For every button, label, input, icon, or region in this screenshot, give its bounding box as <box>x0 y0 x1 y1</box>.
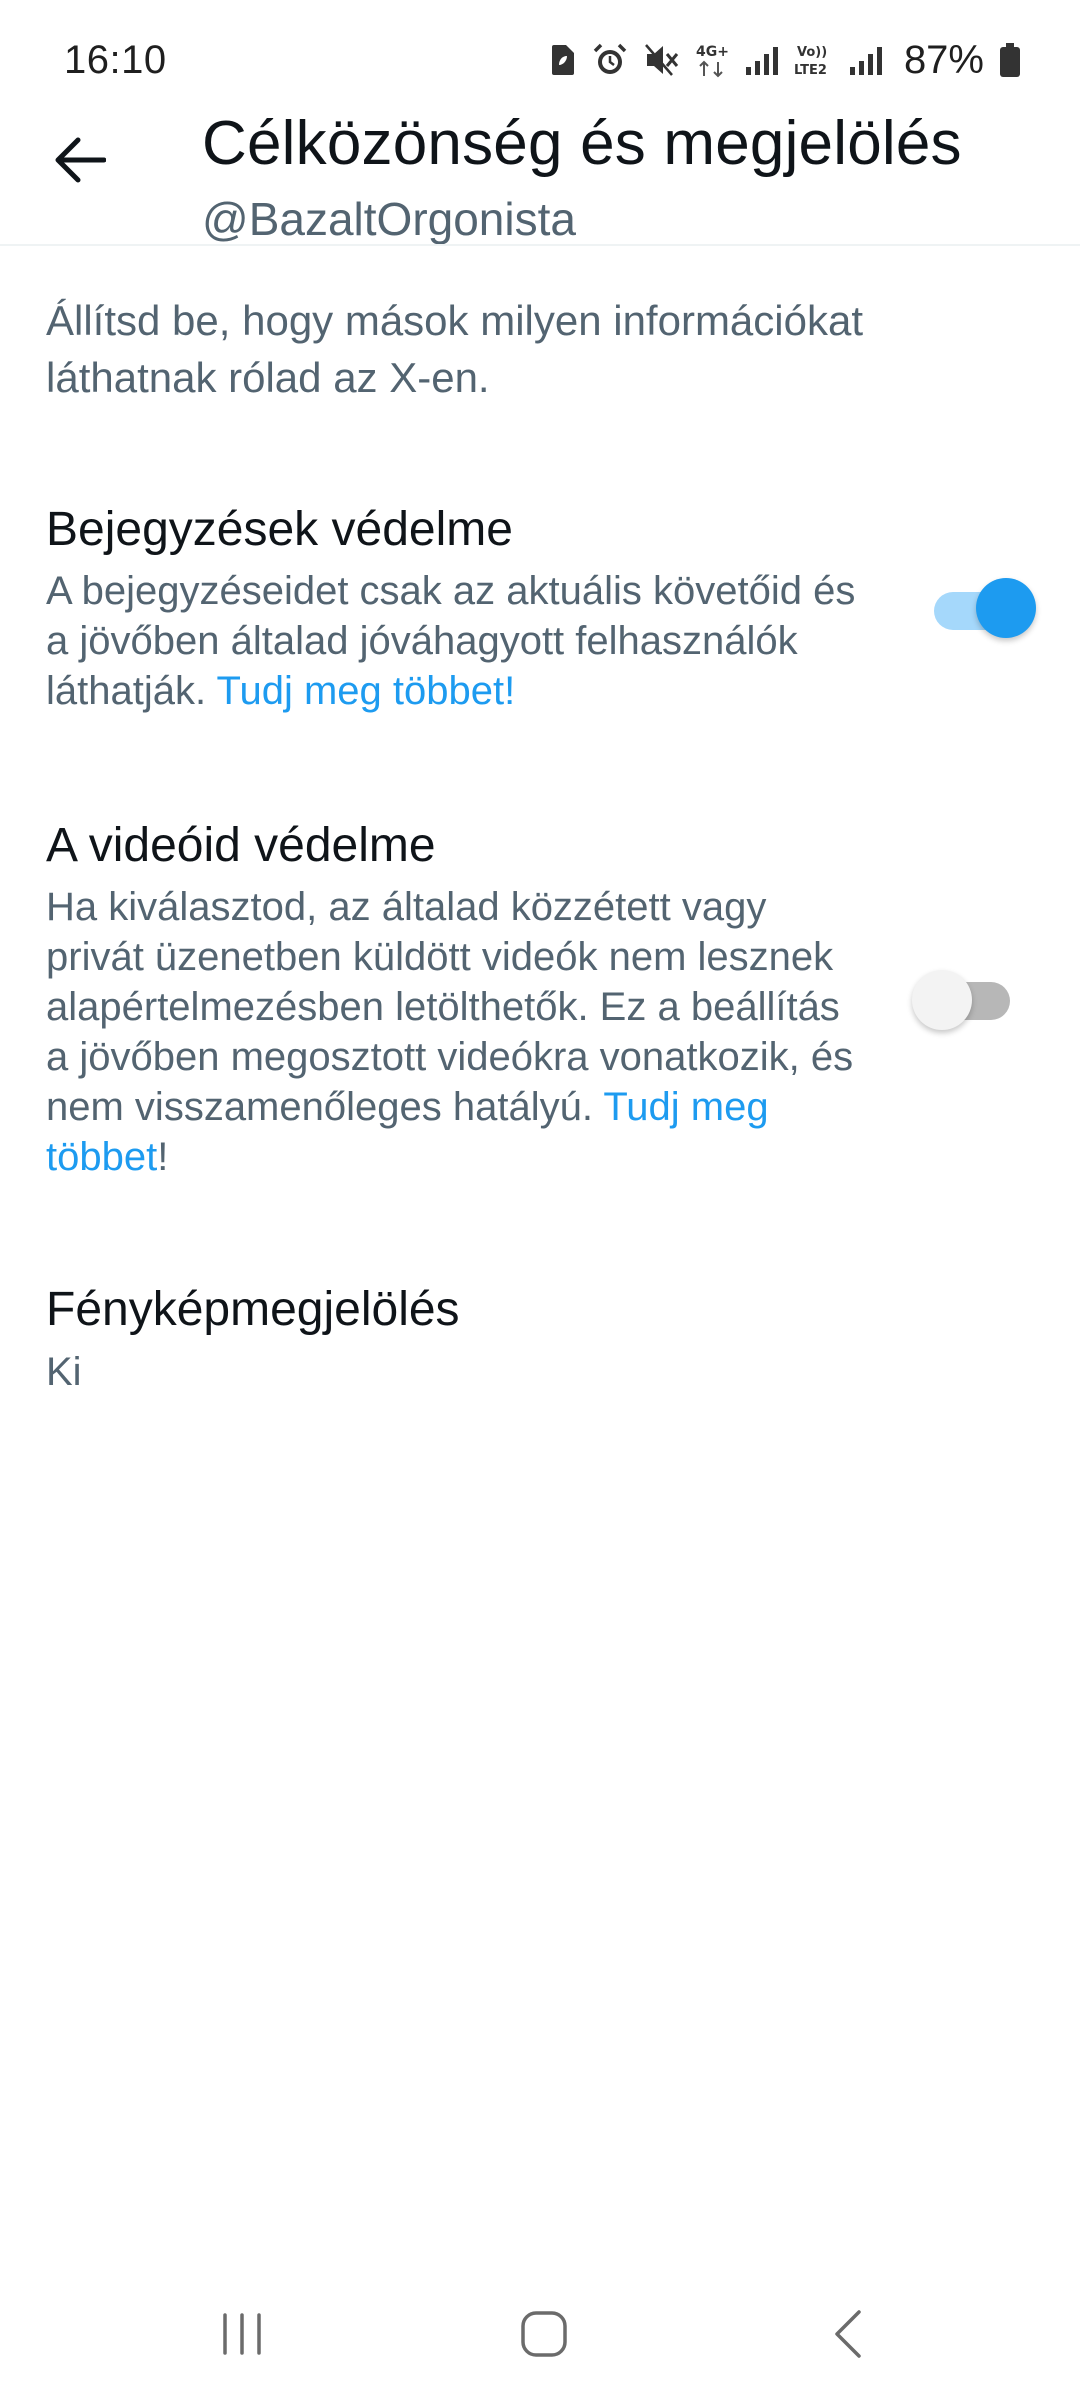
status-time: 16:10 <box>64 37 167 82</box>
sim-icon <box>550 43 576 77</box>
network-4g-icon: 4G+ <box>696 42 730 78</box>
status-bar: 16:10 4G+ Vo)) LTE2 87% <box>0 0 1080 120</box>
setting-description: Ha kiválasztod, az általad közzétett vag… <box>46 882 866 1182</box>
setting-title: A videóid védelme <box>46 819 436 872</box>
setting-title: Bejegyzések védelme <box>46 503 513 556</box>
arrow-left-icon <box>55 137 106 183</box>
protect-videos-toggle[interactable] <box>912 966 1010 1036</box>
toggle-thumb <box>976 578 1036 638</box>
back-icon <box>835 2310 861 2358</box>
svg-text:4G+: 4G+ <box>696 44 729 60</box>
status-icons: 4G+ Vo)) LTE2 87% <box>550 38 1020 83</box>
page-title: Célközönség és megjelölés <box>202 109 962 178</box>
home-button[interactable] <box>504 2294 584 2374</box>
recents-icon <box>223 2313 261 2355</box>
learn-more-link[interactable]: Tudj meg többet! <box>217 669 516 713</box>
volte-icon: Vo)) LTE2 <box>794 42 834 78</box>
top-app-bar: Célközönség és megjelölés @BazaltOrgonis… <box>0 104 1080 246</box>
battery-percent: 87% <box>903 37 984 82</box>
account-handle: @BazaltOrgonista <box>202 193 576 245</box>
protect-posts-toggle[interactable] <box>934 576 1036 646</box>
setting-description: A bejegyzéseidet csak az aktuális követő… <box>46 566 866 716</box>
setting-title: Fényképmegjelölés <box>46 1283 460 1336</box>
home-icon <box>521 2311 567 2357</box>
svg-text:LTE2: LTE2 <box>794 63 827 78</box>
setting-value: Ki <box>46 1350 82 1394</box>
svg-text:Vo)): Vo)) <box>797 45 827 60</box>
intro-description: Állítsd be, hogy mások milyen információ… <box>46 297 864 401</box>
battery-icon <box>1000 43 1020 77</box>
back-button[interactable] <box>44 124 116 196</box>
toggle-thumb <box>912 970 972 1030</box>
setting-protect-videos[interactable]: A videóid védelme Ha kiválasztod, az ált… <box>46 816 1036 1182</box>
punctuation: ! <box>157 1135 169 1179</box>
screen: 16:10 4G+ Vo)) LTE2 87% Célközönség és m… <box>0 0 1080 2400</box>
system-nav-bar <box>0 2270 1080 2400</box>
signal-icon <box>849 45 882 75</box>
system-back-button[interactable] <box>808 2294 888 2374</box>
setting-protect-posts[interactable]: Bejegyzések védelme A bejegyzéseidet csa… <box>46 500 1036 716</box>
signal-icon <box>745 45 778 75</box>
mute-icon <box>644 43 680 77</box>
setting-photo-tagging[interactable]: Fényképmegjelölés Ki <box>46 1280 1036 1400</box>
recents-button[interactable] <box>202 2294 282 2374</box>
alarm-icon <box>592 42 628 78</box>
